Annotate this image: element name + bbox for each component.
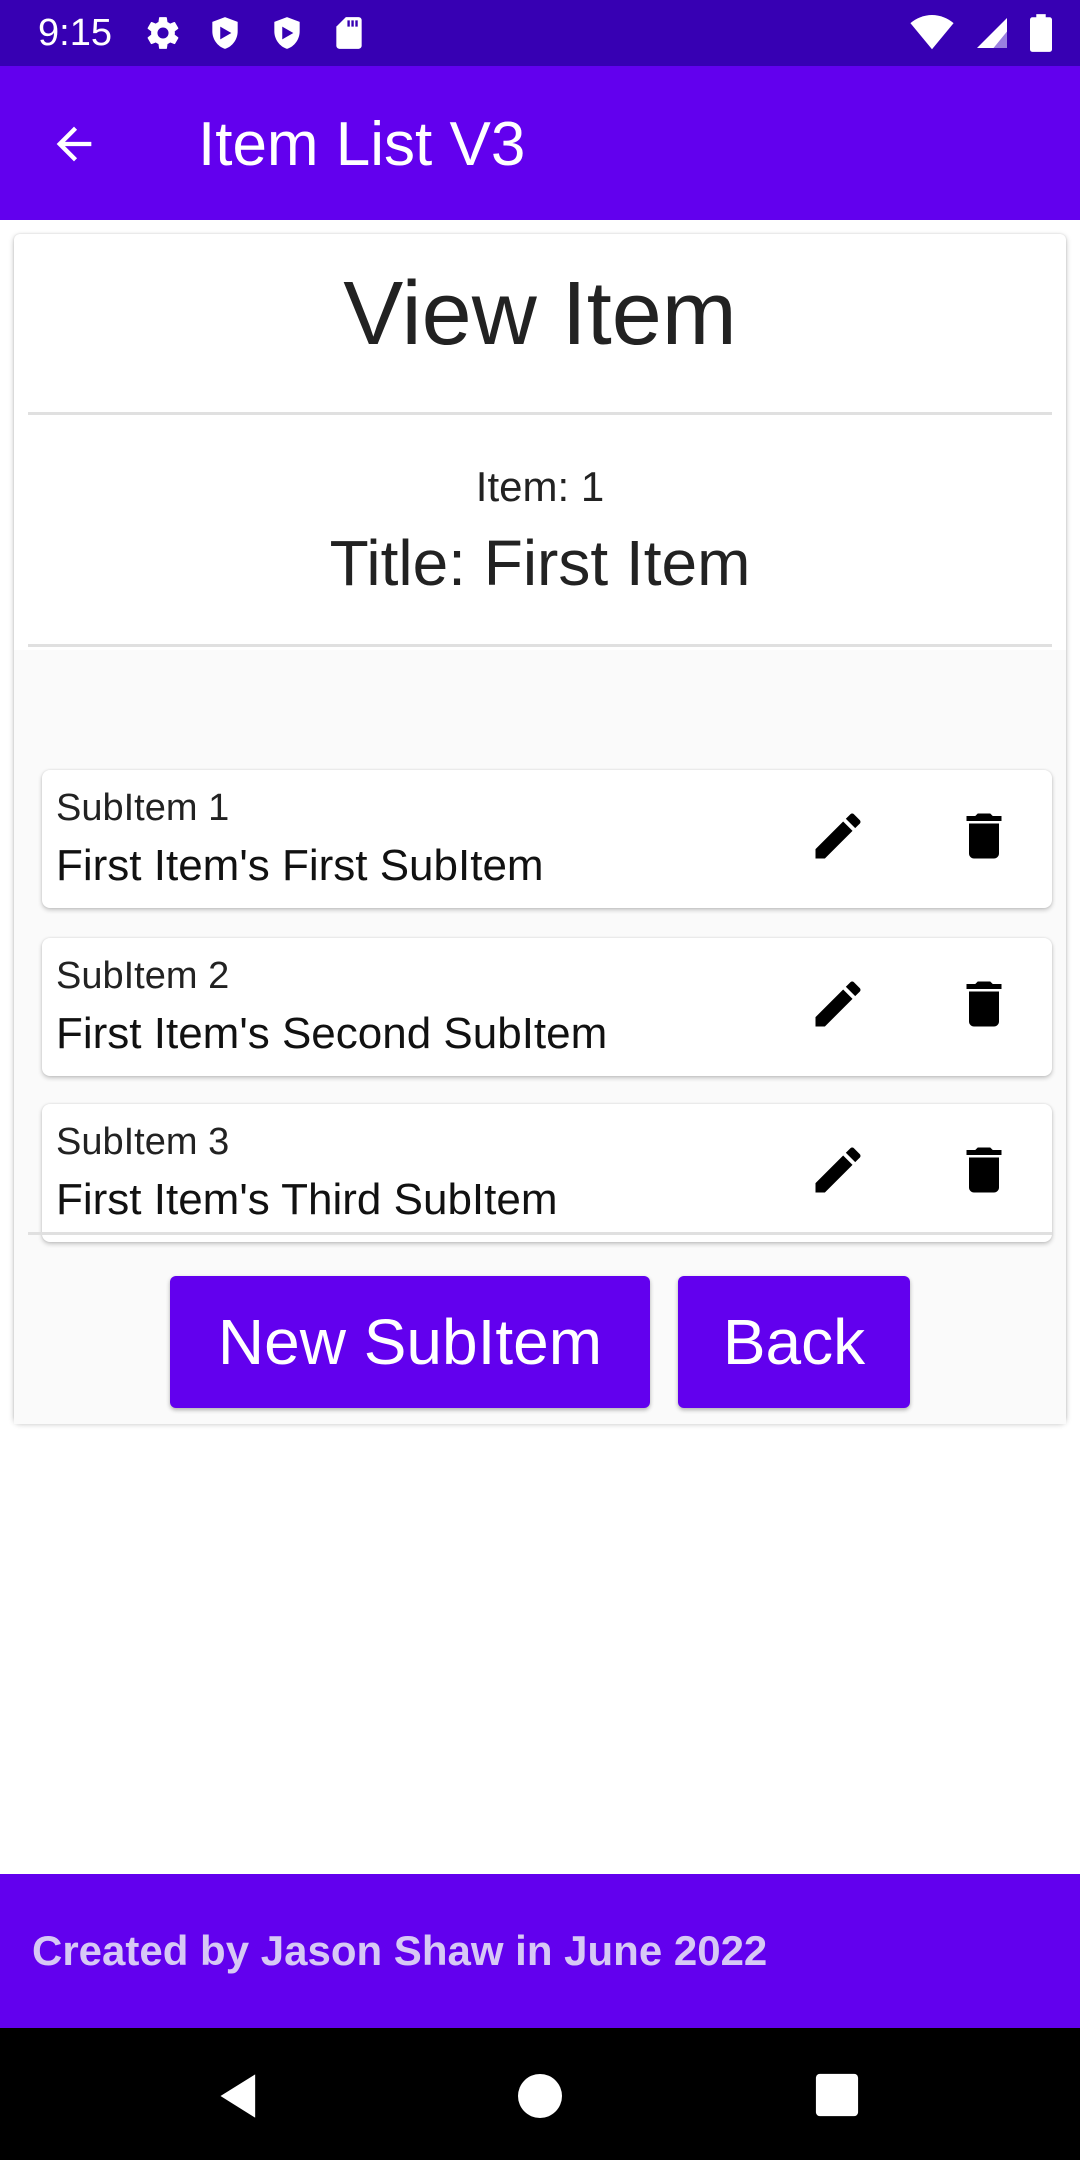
subitem-label: SubItem 3 [56,1121,230,1163]
new-subitem-button[interactable]: New SubItem [170,1276,650,1408]
divider [28,1232,1052,1235]
edit-icon[interactable] [808,974,868,1034]
subitem-description: First Item's First SubItem [56,841,544,890]
page-title: View Item [343,264,737,364]
item-number: Item: 1 [475,463,605,510]
wifi-icon [910,15,954,50]
subitem-description: First Item's Second SubItem [56,1009,608,1058]
footer-credit: Created by Jason Shaw in June 2022 [32,1927,768,1974]
arrow-back-icon[interactable] [48,118,100,170]
subitem-row: SubItem 3 First Item's Third SubItem [42,1104,1052,1242]
nav-home-icon[interactable] [516,2072,564,2120]
subitem-row: SubItem 2 First Item's Second SubItem [42,938,1052,1076]
item-title: Title: First Item [329,527,751,599]
status-time: 9:15 [38,12,112,54]
delete-icon[interactable] [954,1140,1014,1200]
app-bar: Item List V3 [0,66,1080,220]
settings-icon [147,17,179,49]
nav-back-icon[interactable] [214,2070,266,2122]
status-bar: 9:15 [0,0,1080,66]
subitem-label: SubItem 2 [56,955,230,997]
edit-icon[interactable] [808,806,868,866]
shield-icon [274,17,300,49]
nav-recents-icon[interactable] [814,2072,860,2118]
divider [28,412,1052,415]
app-title: Item List V3 [198,110,526,179]
subitem-description: First Item's Third SubItem [56,1175,558,1224]
delete-icon[interactable] [954,806,1014,866]
sd-card-icon [336,17,362,49]
signal-icon [977,18,1007,48]
view-item-card: View Item Item: 1 Title: First Item SubI… [14,234,1066,1424]
battery-icon [1030,14,1052,52]
back-button[interactable]: Back [678,1276,910,1408]
divider [28,644,1052,647]
subitem-label: SubItem 1 [56,787,230,829]
delete-icon[interactable] [954,974,1014,1034]
system-nav-bar [0,2028,1080,2160]
subitem-row: SubItem 1 First Item's First SubItem [42,770,1052,908]
footer: Created by Jason Shaw in June 2022 [0,1874,1080,2028]
edit-icon[interactable] [808,1140,868,1200]
shield-icon [212,17,238,49]
